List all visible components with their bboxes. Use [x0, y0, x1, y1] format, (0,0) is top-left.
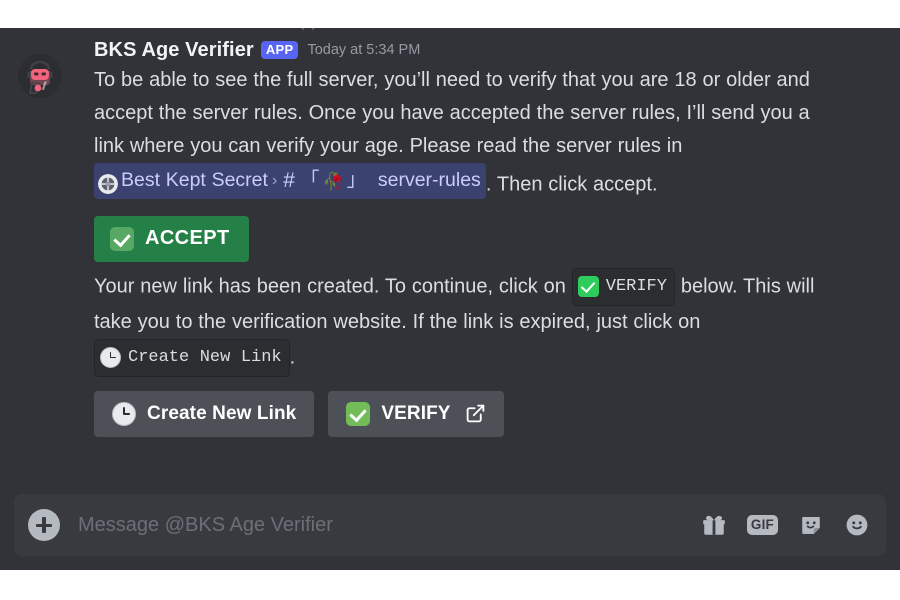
bracket-close: 」 [346, 169, 367, 191]
paragraph-2-text-1: Your new link has been created. To conti… [94, 274, 572, 297]
message-input-bar: GIF [14, 494, 886, 556]
accept-button-row: ACCEPT [94, 215, 820, 262]
hash-icon: # [283, 169, 295, 192]
white-check-mark-icon [577, 275, 599, 297]
message-input[interactable] [78, 513, 689, 537]
gift-icon[interactable] [701, 512, 727, 538]
white-check-mark-icon [110, 226, 134, 251]
input-icon-group: GIF [701, 512, 870, 538]
guild-icon [98, 173, 118, 194]
screenshot-root: · · BKS Age [0, 0, 900, 600]
create-new-link-button[interactable]: Create New Link [94, 390, 315, 437]
chat-message: BKS Age Verifier APP Today at 5:34 PM To… [0, 28, 900, 437]
message-paragraph-2: Your new link has been created. To conti… [94, 267, 820, 377]
author-name[interactable]: BKS Age Verifier [94, 39, 254, 62]
robot-avatar-icon [18, 54, 62, 98]
paragraph-1-text-before: To be able to see the full server, you’l… [94, 69, 810, 157]
paragraph-1-text-after: . Then click accept. [485, 173, 658, 196]
clock-icon [100, 346, 121, 368]
verify-button-label: VERIFY [381, 402, 451, 424]
clock-icon [112, 401, 136, 426]
app-badge: APP [260, 41, 299, 59]
inline-code-create-new-link: Create New Link [94, 338, 290, 377]
wilted-flower-icon: 🥀 [322, 172, 344, 191]
channel-name: server-rules [377, 169, 481, 191]
inline-code-create-new-link-label: Create New Link [128, 347, 282, 367]
mention-separator: › [271, 172, 278, 189]
channel-mention[interactable]: Best Kept Secret › # 「🥀」 server-rules [94, 163, 486, 199]
white-check-mark-icon [346, 401, 371, 426]
bracket-open: 「 [299, 169, 320, 191]
accept-button[interactable]: ACCEPT [94, 215, 249, 262]
emoji-icon[interactable] [844, 512, 870, 538]
message-paragraph-1: To be able to see the full server, you’l… [94, 64, 820, 202]
external-link-icon [465, 403, 486, 424]
accept-button-label: ACCEPT [145, 227, 230, 249]
inline-code-verify-label: VERIFY [605, 276, 667, 296]
gif-icon[interactable]: GIF [746, 515, 778, 535]
sticker-icon[interactable] [798, 512, 824, 538]
action-button-row: Create New Link VERIFY [94, 390, 820, 437]
inline-code-verify: VERIFY [571, 267, 675, 306]
message-timestamp: Today at 5:34 PM [307, 42, 421, 58]
message-header: BKS Age Verifier APP Today at 5:34 PM [94, 38, 820, 62]
add-attachment-button[interactable] [28, 509, 60, 541]
paragraph-2-text-3: . [289, 345, 296, 368]
verify-button[interactable]: VERIFY [328, 390, 504, 437]
create-new-link-button-label: Create New Link [147, 402, 297, 424]
avatar[interactable] [18, 54, 62, 98]
discord-chat-panel: · · BKS Age [0, 28, 900, 570]
guild-name: Best Kept Secret [121, 169, 268, 191]
message-body: BKS Age Verifier APP Today at 5:34 PM To… [94, 38, 880, 437]
